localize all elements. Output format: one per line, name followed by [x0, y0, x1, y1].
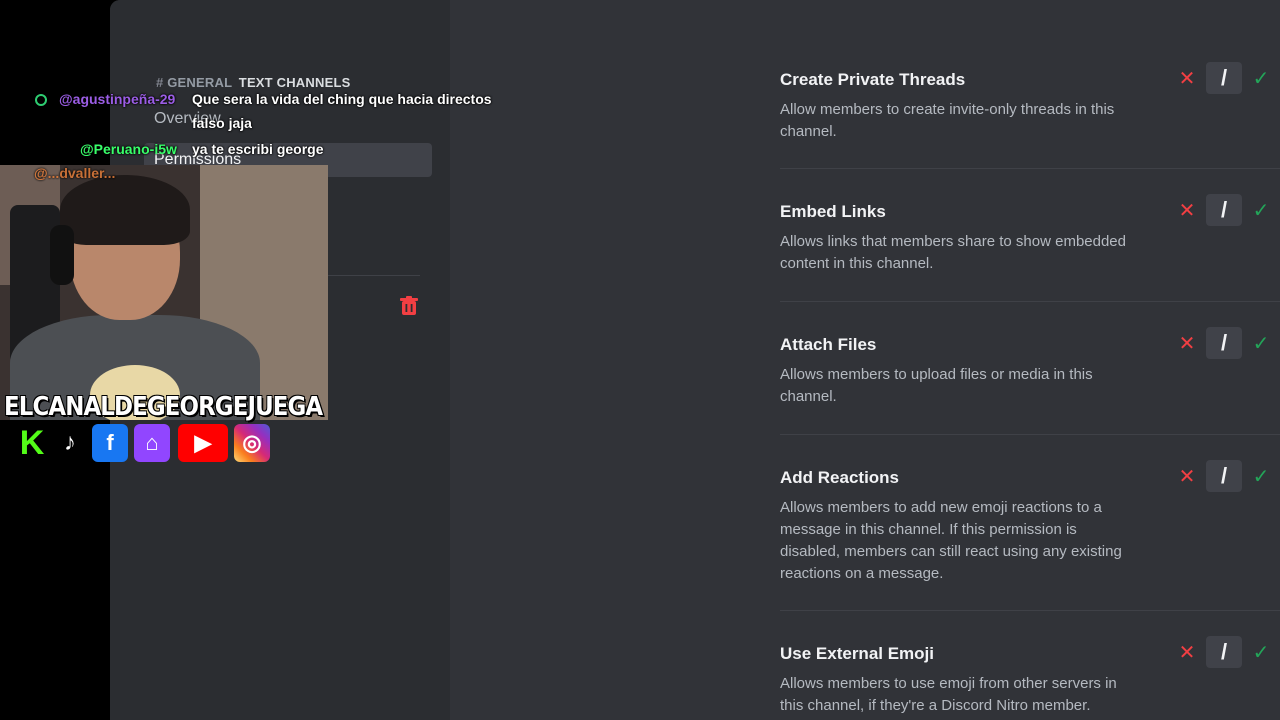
facebook-icon: f	[92, 424, 128, 462]
permission-title: Attach Files	[780, 335, 877, 354]
allow-icon[interactable]: ✓	[1250, 192, 1272, 228]
permission-attach-files: Attach Files Allows members to upload fi…	[780, 327, 1280, 435]
chat-message: Que sera la vida del ching que hacia dir…	[192, 91, 492, 107]
permission-description: Allows members to upload files or media …	[780, 366, 1093, 405]
instagram-icon: ◎	[234, 424, 270, 462]
permission-description: Allows members to use emoji from other s…	[780, 675, 1117, 714]
permission-title: Use External Emoji	[780, 644, 935, 663]
neutral-icon[interactable]: /	[1206, 194, 1242, 226]
permission-toggle: ✕ / ✓	[1176, 325, 1280, 361]
deny-icon[interactable]: ✕	[1176, 192, 1198, 228]
permission-description: Allows members to add new emoji reaction…	[780, 499, 1122, 582]
allow-icon[interactable]: ✓	[1250, 325, 1272, 361]
neutral-icon[interactable]: /	[1206, 327, 1242, 359]
webcam-overlay	[0, 165, 328, 420]
permission-toggle: ✕ / ✓	[1176, 458, 1280, 494]
permission-embed-links: Embed Links Allows links that members sh…	[780, 194, 1280, 302]
permission-title: Embed Links	[780, 202, 886, 221]
youtube-icon: ▶	[178, 424, 228, 462]
permission-toggle: ✕ / ✓	[1176, 192, 1280, 228]
chat-username: @...dvaller...	[34, 165, 116, 181]
headphones	[50, 225, 74, 285]
stream-chat-overlay: @agustinpeña-29 Que sera la vida del chi…	[0, 0, 520, 181]
deny-icon[interactable]: ✕	[1176, 325, 1198, 361]
neutral-icon[interactable]: /	[1206, 460, 1242, 492]
allow-icon[interactable]: ✓	[1250, 634, 1272, 670]
streamer-channel-name: ELCANALDEGEORGEJUEGA	[4, 392, 323, 422]
twitch-icon: ⌂	[134, 424, 170, 462]
permission-title: Add Reactions	[780, 468, 900, 487]
chat-badge-icon	[35, 94, 47, 106]
deny-icon[interactable]: ✕	[1176, 634, 1198, 670]
permission-toggle: ✕ / ✓	[1176, 634, 1280, 670]
deny-icon[interactable]: ✕	[1176, 60, 1198, 96]
permission-toggle: ✕ / ✓	[1176, 60, 1280, 96]
allow-icon[interactable]: ✓	[1250, 458, 1272, 494]
permission-create-private-threads: Create Private Threads Allow members to …	[780, 62, 1280, 169]
chat-message-continued: falso jaja	[192, 115, 252, 131]
neutral-icon[interactable]: /	[1206, 62, 1242, 94]
permissions-list: Create Private Threads Allow members to …	[780, 0, 1280, 720]
chat-username: @Peruano-i5w	[80, 141, 177, 157]
allow-icon[interactable]: ✓	[1250, 60, 1272, 96]
streamer-hair	[60, 175, 190, 245]
trash-icon[interactable]	[400, 296, 418, 316]
chat-message: ya te escribi george	[192, 141, 324, 157]
kick-icon: K	[19, 423, 45, 462]
permission-description: Allows links that members share to show …	[780, 233, 1126, 272]
permission-description: Allow members to create invite-only thre…	[780, 101, 1115, 140]
permission-title: Create Private Threads	[780, 70, 966, 89]
deny-icon[interactable]: ✕	[1176, 458, 1198, 494]
permission-add-reactions: Add Reactions Allows members to add new …	[780, 460, 1280, 611]
tiktok-icon: ♪	[64, 429, 76, 456]
permission-use-external-emoji: Use External Emoji Allows members to use…	[780, 636, 1280, 720]
neutral-icon[interactable]: /	[1206, 636, 1242, 668]
chat-username: @agustinpeña-29	[59, 91, 176, 107]
